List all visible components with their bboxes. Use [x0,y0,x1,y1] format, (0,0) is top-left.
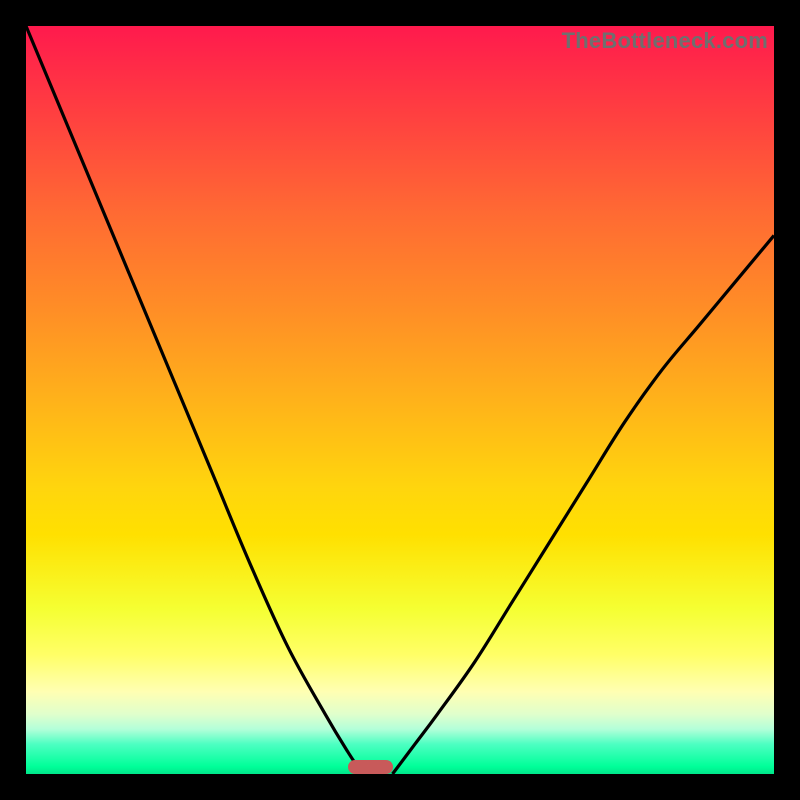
bottleneck-marker [348,760,393,774]
chart-frame: TheBottleneck.com [0,0,800,800]
curve-layer [26,26,774,774]
plot-area: TheBottleneck.com [26,26,774,774]
right-curve [393,235,774,774]
left-curve [26,26,363,774]
